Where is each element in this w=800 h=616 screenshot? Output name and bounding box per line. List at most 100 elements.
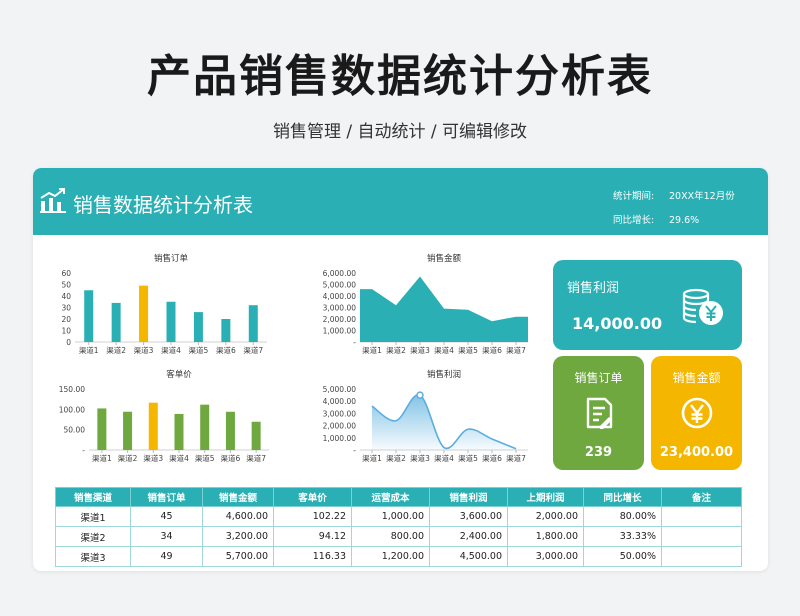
- table-cell[interactable]: 3,200.00: [202, 526, 274, 547]
- x-tick-label: 渠道5: [458, 453, 478, 463]
- table-cell[interactable]: 80.00%: [583, 506, 662, 527]
- y-tick-label: 150.00: [59, 385, 85, 394]
- table-cell[interactable]: 94.12: [273, 526, 352, 547]
- col-header-cost: 运营成本: [351, 487, 430, 507]
- bar[interactable]: [123, 411, 133, 450]
- x-tick-label: 渠道4: [434, 453, 454, 463]
- chart-title: 销售金额: [427, 253, 462, 264]
- y-tick-label: 2,000.00: [323, 422, 357, 431]
- kpi-amount-card: 销售金额 23,400.00: [651, 356, 742, 470]
- table-cell[interactable]: 50.00%: [583, 546, 662, 567]
- profit-chart-svg: 销售利润 - 1,000.00 2,000.00 3,000.00 4,000.00 5,0…: [323, 369, 528, 463]
- area-fill: [372, 394, 516, 450]
- table-cell[interactable]: 800.00: [351, 526, 430, 547]
- table-cell[interactable]: 渠道2: [55, 526, 131, 547]
- growth-row: 同比增长: 29.6%: [613, 212, 699, 226]
- x-tick-label: 渠道3: [410, 345, 430, 355]
- y-tick-label: -: [82, 446, 85, 455]
- y-tick-label: 3,000.00: [323, 304, 357, 313]
- col-header-profit: 销售利润: [429, 487, 508, 507]
- bar-chart-icon: [40, 188, 66, 213]
- bar[interactable]: [193, 312, 203, 342]
- y-tick-label: 50: [61, 281, 71, 290]
- table-cell[interactable]: 4,600.00: [202, 506, 274, 527]
- kpi-amount-label: 销售金额: [672, 371, 721, 385]
- orders-bar-chart: 销售订单 0 10 20 30 40 50 60 渠道1 渠道2 渠道3 渠道4 渠道5 渠道6 渠道7: [55, 250, 280, 362]
- bar[interactable]: [84, 290, 94, 342]
- kpi-orders-label: 销售订单: [574, 371, 623, 385]
- bar[interactable]: [148, 402, 158, 450]
- y-tick-label: 6,000.00: [323, 269, 357, 278]
- table-cell[interactable]: 4,500.00: [429, 546, 508, 567]
- table-cell[interactable]: [661, 506, 742, 527]
- highlight-point[interactable]: [416, 391, 424, 399]
- table-cell[interactable]: 33.33%: [583, 526, 662, 547]
- table-cell[interactable]: 渠道3: [55, 546, 131, 567]
- x-tick-label: 渠道5: [458, 345, 478, 355]
- table-row: 渠道3 49 5,700.00 116.33 1,200.00 4,500.00…: [55, 546, 742, 567]
- x-tick-label: 渠道3: [134, 345, 154, 355]
- bar[interactable]: [251, 421, 261, 450]
- table-cell[interactable]: 3,600.00: [429, 506, 508, 527]
- unit_price-chart-svg: 客单价 - 50.00 100.00 150.00 渠道1 渠道2 渠道3 渠道4 渠道5 渠道6 渠…: [59, 369, 269, 463]
- y-tick-label: 4,000.00: [323, 397, 357, 406]
- kpi-profit-card: 销售利润 14,000.00: [553, 260, 742, 350]
- x-tick-label: 渠道5: [189, 345, 209, 355]
- table-cell[interactable]: 渠道1: [55, 506, 131, 527]
- y-tick-label: 1,000.00: [323, 327, 357, 336]
- table-cell[interactable]: 2,000.00: [507, 506, 584, 527]
- x-tick-label: 渠道7: [506, 453, 526, 463]
- kpi-orders-card: 销售订单 239: [553, 356, 644, 470]
- bar[interactable]: [166, 301, 176, 342]
- table-cell[interactable]: 116.33: [273, 546, 352, 567]
- table-cell[interactable]: 3,000.00: [507, 546, 584, 567]
- bar[interactable]: [97, 408, 107, 450]
- table-cell[interactable]: 2,400.00: [429, 526, 508, 547]
- growth-value: 29.6%: [669, 215, 700, 226]
- x-tick-label: 渠道2: [386, 345, 406, 355]
- x-tick-label: 渠道2: [386, 453, 406, 463]
- kpi-profit-value: 14,000.00: [572, 314, 663, 333]
- y-tick-label: 5,000.00: [323, 281, 357, 290]
- y-tick-label: 4,000.00: [323, 292, 357, 301]
- period-row: 统计期间: 20XX年12月份: [613, 188, 735, 202]
- x-tick-label: 渠道1: [79, 345, 99, 355]
- dashboard-card: 销售数据统计分析表 统计期间: 20XX年12月份 同比增长: 29.6% 销售订单…: [33, 168, 768, 571]
- bar[interactable]: [111, 302, 121, 342]
- table-cell[interactable]: [661, 546, 742, 567]
- x-tick-label: 渠道4: [161, 345, 181, 355]
- x-tick-label: 渠道7: [506, 345, 526, 355]
- x-tick-label: 渠道1: [92, 453, 112, 463]
- bar[interactable]: [248, 305, 258, 342]
- table-cell[interactable]: 102.22: [273, 506, 352, 527]
- bar[interactable]: [221, 319, 231, 342]
- table-cell[interactable]: 5,700.00: [202, 546, 274, 567]
- x-tick-label: 渠道6: [221, 453, 241, 463]
- yen-circle-icon: [681, 397, 713, 429]
- table-cell[interactable]: 34: [130, 526, 203, 547]
- x-tick-label: 渠道2: [106, 345, 126, 355]
- bar[interactable]: [225, 411, 235, 450]
- table-cell[interactable]: [661, 526, 742, 547]
- y-tick-label: 3,000.00: [323, 409, 357, 418]
- dashboard-header: 销售数据统计分析表 统计期间: 20XX年12月份 同比增长: 29.6%: [33, 168, 768, 235]
- bar[interactable]: [139, 285, 149, 342]
- table-cell[interactable]: 1,000.00: [351, 506, 430, 527]
- table-row: 渠道2 34 3,200.00 94.12 800.00 2,400.00 1,…: [55, 526, 742, 547]
- bar[interactable]: [200, 404, 210, 450]
- col-header-prev-profit: 上期利润: [507, 487, 584, 507]
- x-tick-label: 渠道3: [143, 453, 163, 463]
- table-cell[interactable]: 45: [130, 506, 203, 527]
- y-tick-label: 10: [61, 327, 71, 336]
- table-cell[interactable]: 1,200.00: [351, 546, 430, 567]
- table-cell[interactable]: 49: [130, 546, 203, 567]
- x-tick-label: 渠道2: [118, 453, 138, 463]
- chart-title: 销售利润: [427, 369, 461, 380]
- y-tick-label: 0: [66, 338, 71, 347]
- bar[interactable]: [174, 413, 184, 450]
- table-cell[interactable]: 1,800.00: [507, 526, 584, 547]
- x-tick-label: 渠道7: [243, 345, 263, 355]
- area-series[interactable]: [360, 276, 528, 342]
- x-tick-label: 渠道7: [246, 453, 266, 463]
- y-tick-label: 20: [61, 315, 71, 324]
